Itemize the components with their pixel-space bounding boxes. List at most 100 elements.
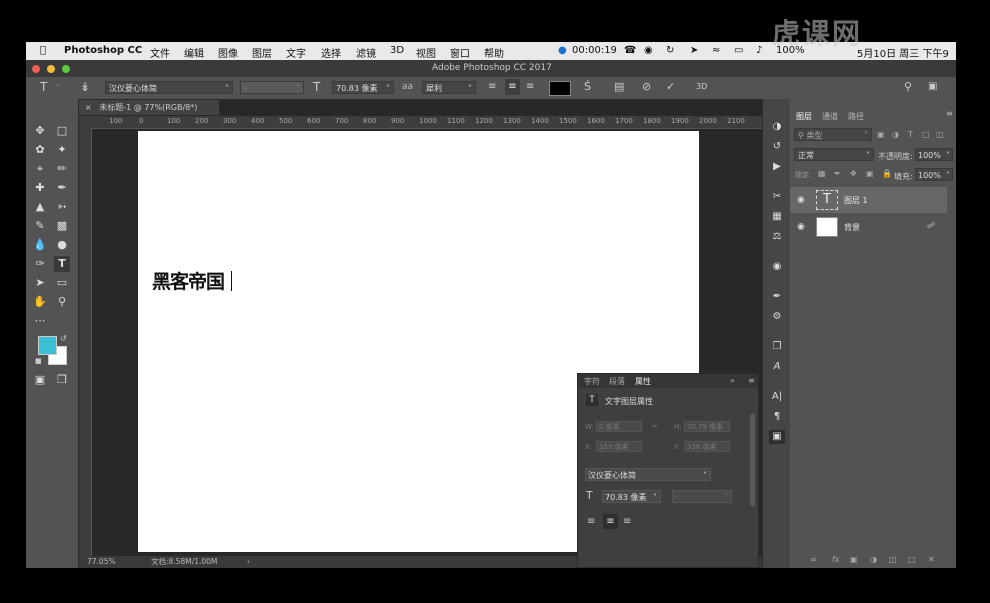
clock-date[interactable]: 5月10日 周三 下午9 (857, 45, 949, 60)
filter-smart-icon[interactable]: ◫ (936, 130, 944, 139)
link-dimensions-icon[interactable]: ∞ (652, 422, 658, 430)
menu-3d[interactable]: 3D (390, 45, 404, 56)
toggle-orientation-icon[interactable]: ↡ (80, 80, 90, 94)
airplay-icon[interactable]: ▭ (734, 45, 743, 56)
recording-icon[interactable]: ● (558, 45, 567, 56)
history-panel-icon[interactable]: ↺ (769, 140, 785, 154)
menu-window[interactable]: 窗口 (450, 45, 470, 60)
more-tools-icon[interactable]: ⋯ (32, 313, 48, 329)
text-color-swatch[interactable] (549, 81, 571, 96)
rectangle-tool-icon[interactable]: ▭ (54, 275, 70, 291)
tab-paragraph[interactable]: 段落 (609, 376, 625, 387)
brushes-panel-icon[interactable]: ✒ (769, 290, 785, 304)
tools-preset-icon[interactable]: ✂ (769, 190, 785, 204)
paragraph-panel-icon[interactable]: ¶ (769, 410, 785, 424)
document-tab[interactable]: × 未标题-1 @ 77%(RGB/8*) (79, 100, 219, 115)
link-layers-icon[interactable]: ∞ (810, 555, 817, 564)
pen-tool-icon[interactable]: ✑ (32, 256, 48, 272)
hand-tool-icon[interactable]: ✋ (32, 294, 48, 310)
color-panel-icon[interactable]: ◑ (769, 120, 785, 134)
3d-panel-icon[interactable]: ❐ (769, 340, 785, 354)
opacity-field[interactable]: 100% ˅ (915, 148, 953, 161)
menu-help[interactable]: 帮助 (484, 45, 504, 60)
x-field[interactable]: 159 像素 (596, 441, 642, 452)
apple-icon[interactable]:  (40, 45, 46, 56)
layer-filter-select[interactable]: ⚲ 类型 ˅ (794, 128, 872, 141)
blend-mode-select[interactable]: 正常 ˅ (794, 148, 874, 161)
align-left-icon[interactable]: ≡ (488, 81, 496, 92)
lock-artboard-icon[interactable]: ▣ (866, 169, 874, 178)
filter-pixel-icon[interactable]: ▣ (877, 130, 885, 139)
wechat-icon[interactable]: ◉ (644, 45, 653, 56)
align-center-icon[interactable]: ≡ (505, 79, 520, 95)
move-tool-icon[interactable]: ✥ (32, 123, 48, 139)
menu-edit[interactable]: 编辑 (184, 45, 204, 60)
prop-font-size-field[interactable]: 70.83 像素 ˅ (602, 490, 661, 503)
3d-button[interactable]: 3D (696, 82, 707, 91)
fill-field[interactable]: 100% ˅ (915, 168, 953, 181)
marquee-tool-icon[interactable]: □ (54, 123, 70, 139)
sync-icon[interactable]: ↻ (666, 45, 674, 56)
wifi-icon[interactable]: ≈ (712, 45, 720, 56)
eyedropper-icon[interactable]: ✏ (54, 161, 70, 177)
zoom-window-button[interactable] (62, 65, 70, 73)
tab-properties[interactable]: 属性 (635, 376, 651, 387)
lock-pixels-icon[interactable]: ✒ (834, 169, 841, 178)
brush-tool-icon[interactable]: ✒ (54, 180, 70, 196)
tab-paths[interactable]: 路径 (848, 111, 864, 122)
menu-image[interactable]: 图像 (218, 45, 238, 60)
antialias-select[interactable]: 犀利 ˅ (422, 81, 476, 94)
width-field[interactable]: 0 像素 (596, 421, 642, 432)
menu-type[interactable]: 文字 (286, 45, 306, 60)
blur-tool-icon[interactable]: 💧 (32, 237, 48, 253)
visibility-eye-icon[interactable]: ◉ (797, 222, 805, 232)
type-tool-icon[interactable]: T (54, 256, 70, 272)
layers-menu-icon[interactable]: ≡ (946, 109, 953, 118)
menu-filter[interactable]: 滤镜 (356, 45, 376, 60)
layer-name[interactable]: 背景 (844, 222, 860, 233)
screen-mode-icon[interactable]: ❐ (54, 372, 70, 388)
menu-app-name[interactable]: Photoshop CC (64, 45, 142, 56)
search-icon[interactable]: ⚲ (904, 80, 912, 93)
filter-adjustment-icon[interactable]: ◑ (892, 130, 899, 139)
upload-icon[interactable]: ➤ (690, 45, 698, 56)
layer-row-background[interactable]: ◉ 背景 ☍ (790, 214, 947, 240)
font-family-select[interactable]: 汉仪菱心体简 ˅ (105, 81, 233, 94)
layer-row-text[interactable]: ◉ T 图层 1 (790, 187, 947, 213)
canvas-text-layer[interactable]: 黑客帝国 (152, 267, 225, 294)
character-panel-icon[interactable]: ▤ (614, 80, 624, 93)
preset-chevron-icon[interactable]: ˅ (56, 84, 60, 92)
zoom-level[interactable]: 77.05% (87, 556, 116, 568)
foreground-color-swatch[interactable] (38, 336, 57, 355)
layer-lock-icon[interactable]: ☍ (927, 221, 935, 230)
vertical-ruler[interactable] (79, 128, 92, 556)
volume-icon[interactable]: ♪ (756, 45, 762, 56)
notification-icon[interactable]: ☎ (624, 45, 636, 56)
prop-font-style-select[interactable]: - ˅ (672, 490, 732, 503)
actions-panel-icon[interactable]: ▶ (769, 160, 785, 174)
panel-menu-icon[interactable]: ≡ (748, 376, 755, 385)
minimize-window-button[interactable] (47, 65, 55, 73)
close-tab-icon[interactable]: × (79, 103, 92, 112)
delete-layer-icon[interactable]: ✕ (928, 555, 935, 564)
properties-scrollbar[interactable] (750, 414, 755, 506)
warp-text-icon[interactable]: Ṡ (584, 80, 591, 93)
horizontal-ruler[interactable]: 100 0 100 200 300 400 500 600 700 800 90… (79, 116, 762, 129)
close-window-button[interactable] (32, 65, 40, 73)
character-panel-icon[interactable]: A| (769, 390, 785, 404)
prop-align-right-icon[interactable]: ≡ (623, 516, 631, 527)
glyphs-panel-icon[interactable]: A (769, 360, 785, 374)
lock-position-icon[interactable]: ✥ (850, 169, 857, 178)
height-field[interactable]: 70.79 像素 (684, 421, 730, 432)
default-colors-icon[interactable]: ■ (35, 357, 42, 365)
stamp-tool-icon[interactable]: ▲ (32, 199, 48, 215)
lock-transparency-icon[interactable]: ▦ (818, 169, 826, 178)
menu-layer[interactable]: 图层 (252, 45, 272, 60)
collapse-panel-icon[interactable]: » (730, 376, 735, 385)
new-layer-icon[interactable]: □ (908, 555, 916, 564)
swatches-panel-icon[interactable]: ▦ (769, 210, 785, 224)
type-tool-preset-icon[interactable]: T (40, 80, 47, 94)
styles-panel-icon[interactable]: ◉ (769, 260, 785, 274)
crop-tool-icon[interactable]: ⌖ (32, 161, 48, 177)
gradient-tool-icon[interactable]: ▩ (54, 218, 70, 234)
